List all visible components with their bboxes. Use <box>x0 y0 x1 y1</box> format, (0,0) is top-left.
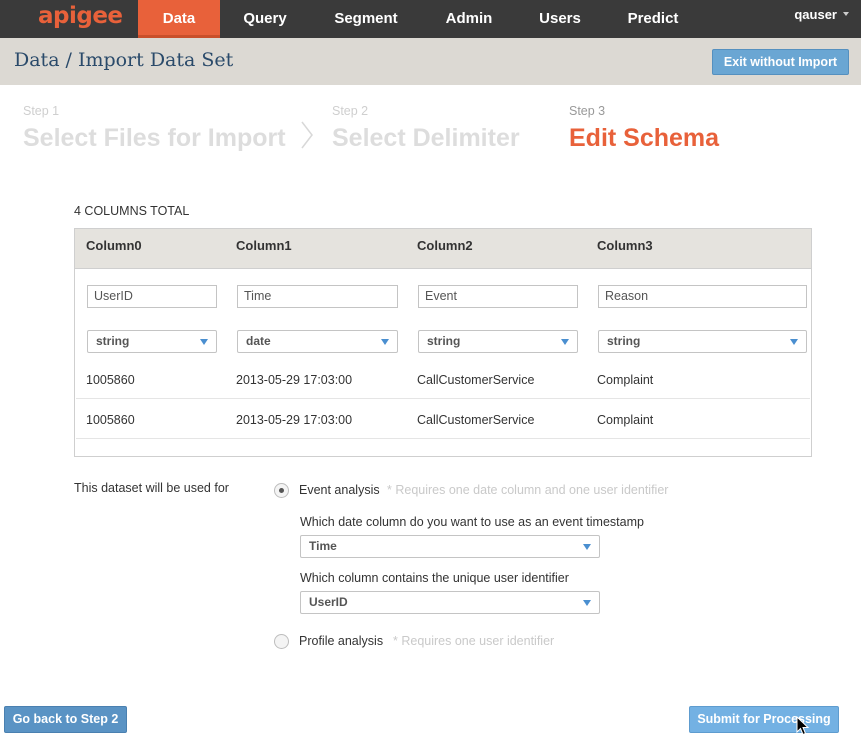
chevron-down-icon <box>583 600 591 606</box>
step-number: Step 2 <box>332 104 369 118</box>
table-cell: 2013-05-29 17:03:00 <box>236 373 353 387</box>
chevron-down-icon <box>790 339 798 345</box>
user-menu[interactable]: qauser <box>794 0 837 30</box>
step-title: Select Delimiter <box>332 124 520 152</box>
select-value: date <box>246 334 271 348</box>
top-nav: apigee Data Query Segment Admin Users Pr… <box>0 0 861 38</box>
exit-without-import-button[interactable]: Exit without Import <box>712 49 849 75</box>
event-analysis-hint: * Requires one date column and one user … <box>387 483 669 497</box>
event-analysis-radio[interactable] <box>274 483 289 498</box>
table-cell: 2013-05-29 17:03:00 <box>236 413 353 427</box>
table-row: 1005860 2013-05-29 17:03:00 CallCustomer… <box>76 399 810 439</box>
table-row: 1005860 2013-05-29 17:03:00 CallCustomer… <box>76 359 810 399</box>
profile-analysis-radio[interactable] <box>274 634 289 649</box>
step-1: Step 1 Select Files for Import <box>23 104 286 153</box>
submit-button[interactable]: Submit for Processing <box>689 706 839 733</box>
column-type-select[interactable]: string <box>598 330 807 353</box>
column-type-select[interactable]: string <box>418 330 578 353</box>
table-cell: Complaint <box>597 373 654 387</box>
nav-segment[interactable]: Segment <box>322 0 410 38</box>
step-number: Step 1 <box>23 104 60 118</box>
columns-total-label: 4 COLUMNS TOTAL <box>74 204 190 218</box>
column-name-input[interactable]: Reason <box>598 285 807 308</box>
event-analysis-label[interactable]: Event analysis <box>299 483 380 497</box>
column-type-select[interactable]: string <box>87 330 217 353</box>
select-value: string <box>427 334 461 348</box>
schema-table: Column0 Column1 Column2 Column3 UserID T… <box>74 228 812 457</box>
table-cell: Complaint <box>597 413 654 427</box>
select-value: string <box>96 334 130 348</box>
mouse-cursor-icon <box>796 716 810 736</box>
chevron-down-icon <box>200 339 208 345</box>
step-title: Edit Schema <box>569 124 720 152</box>
column-name-input[interactable]: Event <box>418 285 578 308</box>
nav-query[interactable]: Query <box>226 0 304 38</box>
breadcrumb: Data / Import Data Set <box>14 49 233 71</box>
chevron-right-icon <box>301 121 313 149</box>
step-title: Select Files for Import <box>23 124 286 152</box>
user-id-column-select[interactable]: UserID <box>300 591 600 614</box>
select-value: Time <box>309 539 337 553</box>
timestamp-column-select[interactable]: Time <box>300 535 600 558</box>
column-header: Column3 <box>597 238 653 253</box>
profile-analysis-hint: * Requires one user identifier <box>393 634 555 648</box>
breadcrumb-root[interactable]: Data <box>14 49 60 71</box>
apigee-logo[interactable]: apigee <box>38 3 123 29</box>
select-value: string <box>607 334 641 348</box>
profile-analysis-label[interactable]: Profile analysis <box>299 634 383 648</box>
go-back-button[interactable]: Go back to Step 2 <box>4 706 127 733</box>
nav-admin[interactable]: Admin <box>432 0 506 38</box>
column-header: Column0 <box>86 238 142 253</box>
column-name-input[interactable]: UserID <box>87 285 217 308</box>
step-number: Step 3 <box>569 104 606 118</box>
timestamp-question: Which date column do you want to use as … <box>300 515 644 529</box>
nav-predict[interactable]: Predict <box>614 0 692 38</box>
table-cell: 1005860 <box>86 413 135 427</box>
nav-data[interactable]: Data <box>138 0 220 38</box>
chevron-down-icon <box>561 339 569 345</box>
nav-users[interactable]: Users <box>528 0 592 38</box>
chevron-down-icon <box>583 544 591 550</box>
column-header: Column1 <box>236 238 292 253</box>
select-value: UserID <box>309 595 348 609</box>
table-header: Column0 Column1 Column2 Column3 <box>75 229 811 269</box>
chevron-down-icon <box>381 339 389 345</box>
usage-label: This dataset will be used for <box>74 481 229 495</box>
column-header: Column2 <box>417 238 473 253</box>
column-name-input[interactable]: Time <box>237 285 398 308</box>
table-cell: CallCustomerService <box>417 373 535 387</box>
column-type-select[interactable]: date <box>237 330 398 353</box>
step-3: Step 3 Edit Schema <box>569 104 719 153</box>
breadcrumb-current: Import Data Set <box>77 49 234 71</box>
table-cell: 1005860 <box>86 373 135 387</box>
chevron-down-icon[interactable] <box>843 12 849 16</box>
step-2: Step 2 Select Delimiter <box>332 104 520 153</box>
table-cell: CallCustomerService <box>417 413 535 427</box>
user-id-question: Which column contains the unique user id… <box>300 571 569 585</box>
breadcrumb-separator: / <box>65 49 72 71</box>
